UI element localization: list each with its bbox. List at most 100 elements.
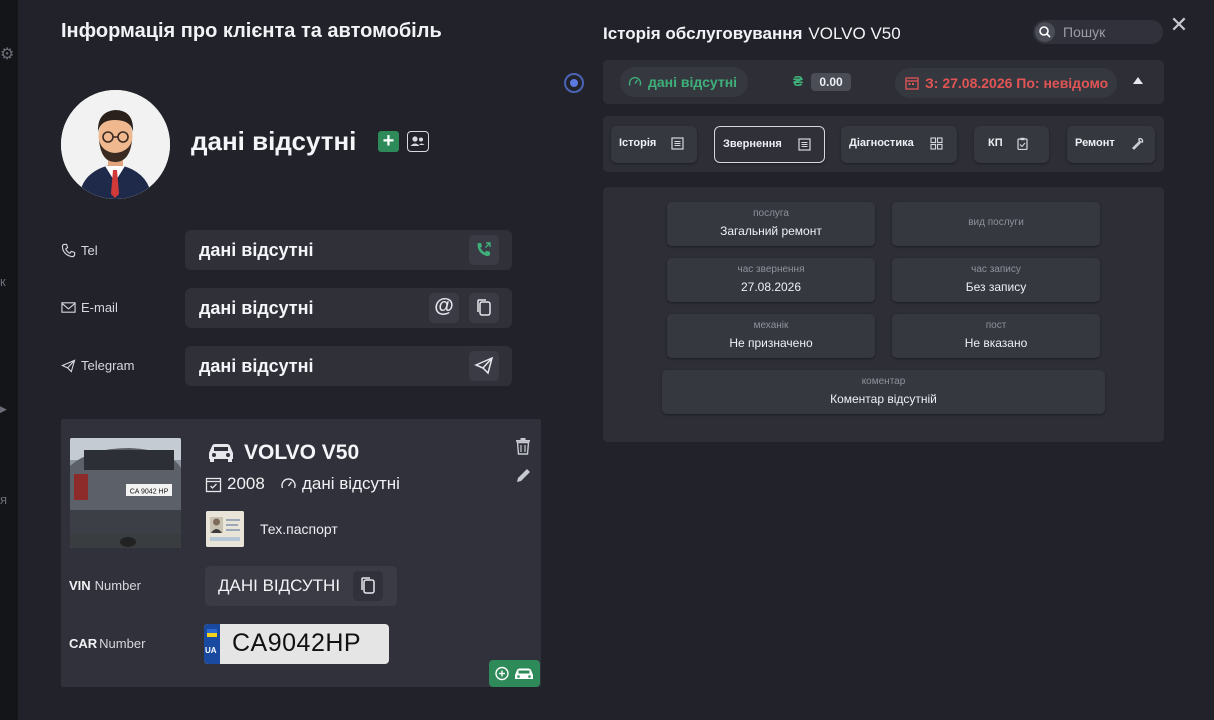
tab-requests[interactable]: Звернення [714,126,825,163]
tel-label: Tel [61,243,98,258]
close-icon[interactable]: ✕ [1168,14,1190,36]
post-value: Не вказано [964,336,1028,350]
tech-passport-label: Тех.паспорт [260,521,338,537]
date-range: З: 27.08.2026 По: невідомо [925,75,1109,91]
tech-passport-thumbnail[interactable] [206,511,244,547]
speedometer-icon [281,477,296,488]
email-field: дані відсутні @ [185,288,512,328]
request-time-value: 27.08.2026 [740,280,802,294]
tab-repair-label: Ремонт [1075,137,1115,149]
telegram-label: Telegram [61,358,134,373]
service-type-cell: вид послуги [892,202,1100,246]
booking-time-value: Без запису [965,280,1027,294]
comment-cell: коментар Коментар відсутній [662,370,1105,414]
background-sidebar: ⚙ к ▶ я [0,0,18,720]
plate-number: CA9042HP [232,629,362,657]
envelope-icon [61,302,76,313]
service-caption: послуга [753,208,789,219]
tab-history-label: Історія [619,137,657,149]
vin-label: VIN Number [69,578,141,593]
service-value: Загальний ремонт [720,224,822,238]
copy-icon [361,577,375,594]
call-button[interactable] [469,235,499,265]
clipboard-icon [1017,137,1028,150]
copy-vin-button[interactable] [353,571,383,601]
client-name: дані відсутні [191,126,357,156]
email-label: E-mail [61,300,118,315]
service-cell: послуга Загальний ремонт [667,202,875,246]
copy-email-button[interactable] [469,293,499,323]
search-box [1033,20,1163,44]
car-photo[interactable]: CA 9042 HP [70,438,181,548]
email-label-text: E-mail [81,300,118,315]
calendar-icon [905,77,919,90]
service-type-caption: вид послуги [968,217,1024,228]
tab-history[interactable]: Історія [611,126,697,163]
booking-time-cell: час запису Без запису [892,258,1100,302]
plate-country: UA [205,646,217,655]
car-label-text: Number [99,636,146,651]
record-radio[interactable] [564,73,584,93]
at-icon: @ [434,295,454,317]
avatar [61,90,170,199]
phone-icon [61,243,76,258]
tel-value: дані відсутні [199,240,314,260]
add-client-button[interactable]: + [378,131,399,152]
comment-value: Коментар відсутній [830,392,937,406]
comment-caption: коментар [861,376,906,387]
grid-icon [930,137,943,150]
client-info-title: Інформація про клієнта та автомобіль [61,20,442,42]
add-car-button[interactable] [489,660,540,687]
mechanic-cell: механік Не призначено [667,314,875,358]
send-telegram-button[interactable] [469,351,499,381]
telegram-label-text: Telegram [81,358,135,373]
amount-badge: 0.00 [811,73,851,91]
collapse-icon[interactable] [1133,77,1143,84]
vin-field: ДАНІ ВІДСУТНІ [205,566,397,606]
booking-time-caption: час запису [971,264,1021,275]
service-history-label: Історія обслуговування [603,24,803,43]
hryvnia-icon: ₴ [793,73,804,90]
tab-diagnostics-label: Діагностика [849,137,914,149]
car-mileage-value: дані відсутні [302,474,400,493]
car-title: VOLVO V50 [244,441,360,464]
tab-repair[interactable]: Ремонт [1067,126,1155,163]
search-icon[interactable] [1035,22,1055,42]
vin-label-bold: VIN [69,578,91,593]
request-time-cell: час звернення 27.08.2026 [667,258,875,302]
copy-icon [477,299,491,316]
post-caption: пост [985,320,1007,331]
car-year-value: 2008 [227,474,265,493]
service-tabs: Історія Звернення Діагностика КП Ремонт [603,116,1164,172]
vin-label-text: Number [94,578,141,593]
email-value: дані відсутні [199,298,314,318]
document-icon [798,138,811,151]
wrench-icon [1132,137,1144,150]
car-year: 2008 [205,474,265,494]
mechanic-value: Не призначено [729,336,813,350]
document-icon [671,137,684,150]
request-details: послуга Загальний ремонт вид послуги час… [603,187,1164,442]
send-email-button[interactable]: @ [429,293,459,323]
caret-right-icon: ▶ [0,404,7,414]
vin-value: ДАНІ ВІДСУТНІ [218,576,341,595]
search-input[interactable] [1063,20,1158,44]
plate-flag: UA [204,624,220,664]
background-label-ya: я [0,492,8,507]
contacts-icon[interactable] [407,131,429,152]
tab-diagnostics[interactable]: Діагностика [841,126,957,163]
date-range-pill: З: 27.08.2026 По: невідомо [895,68,1117,98]
pencil-icon[interactable] [515,467,532,484]
car-mileage: дані відсутні [280,474,400,494]
tab-requests-label: Звернення [723,138,782,150]
car-label-bold: CAR [69,636,98,651]
send-icon [474,356,494,375]
tel-field: дані відсутні [185,230,512,270]
service-history-vehicle: VOLVO V50 [808,24,901,43]
background-label-k: к [0,274,6,289]
tab-kp[interactable]: КП [974,126,1049,163]
trash-icon[interactable] [515,437,531,455]
request-time-caption: час звернення [737,264,805,275]
mechanic-caption: механік [753,320,789,331]
calendar-icon [205,477,222,492]
